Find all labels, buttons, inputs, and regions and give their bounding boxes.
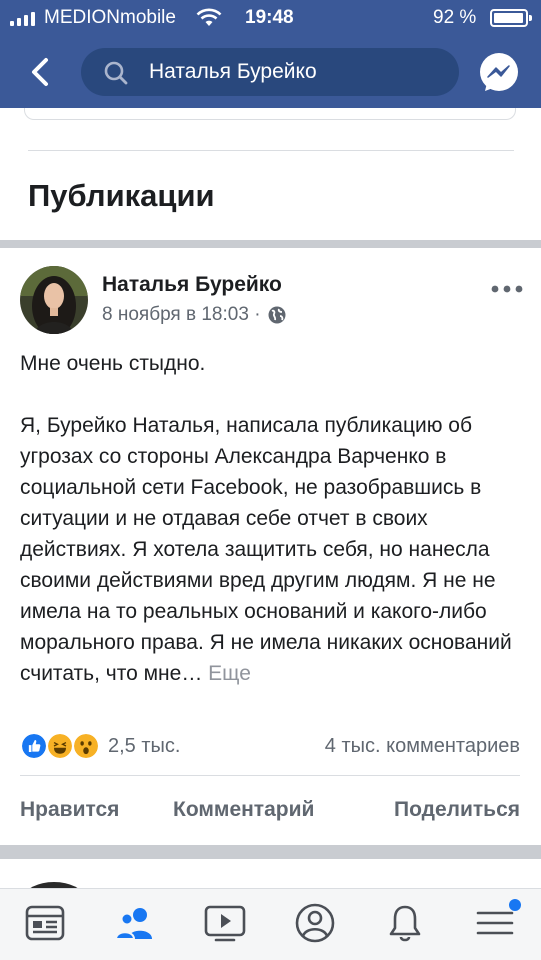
news-feed-icon xyxy=(25,905,65,941)
post-body: Мне очень стыдно. Я, Бурейко Наталья, на… xyxy=(20,352,512,685)
watch-tab[interactable] xyxy=(202,901,248,945)
reaction-count[interactable]: 2,5 тыс. xyxy=(108,735,180,758)
previous-card-edge xyxy=(24,108,516,120)
battery-icon xyxy=(490,9,532,27)
notifications-tab[interactable] xyxy=(382,901,428,945)
section-title: Публикации xyxy=(28,178,215,213)
haha-icon xyxy=(46,732,74,760)
post-separator xyxy=(0,845,541,859)
post-author[interactable]: Наталья Бурейко xyxy=(102,273,282,297)
carrier-name: MEDIONmobile xyxy=(44,7,176,28)
status-bar: MEDIONmobile 19:48 92 % xyxy=(0,0,541,36)
messenger-icon[interactable] xyxy=(476,50,522,96)
battery-percent: 92 % xyxy=(433,7,477,28)
top-header: MEDIONmobile 19:48 92 % Наталья Бурейко xyxy=(0,0,541,108)
see-more-link[interactable]: Еще xyxy=(208,662,251,685)
more-dots-icon[interactable] xyxy=(490,284,524,294)
friends-icon xyxy=(114,908,152,940)
clock: 19:48 xyxy=(245,7,294,28)
profile-tab[interactable] xyxy=(292,901,338,945)
chevron-left-icon[interactable] xyxy=(26,56,54,88)
wifi-icon xyxy=(196,8,222,26)
comment-button[interactable]: Комментарий xyxy=(173,798,314,822)
bottom-tab-bar xyxy=(0,888,541,960)
search-query: Наталья Бурейко xyxy=(149,60,317,83)
post-actions: Нравится Комментарий Поделиться xyxy=(20,798,520,828)
notifications-icon xyxy=(389,905,421,942)
post-meta: 8 ноября в 18:03 · xyxy=(102,304,287,326)
comment-count[interactable]: 4 тыс. комментариев xyxy=(325,735,520,758)
section-separator xyxy=(0,240,541,248)
divider xyxy=(28,150,514,151)
like-button[interactable]: Нравится xyxy=(20,798,119,822)
reactions-bar: 2,5 тыс. 4 тыс. комментариев xyxy=(20,732,520,762)
watch-icon xyxy=(204,905,246,942)
search-input[interactable]: Наталья Бурейко xyxy=(81,48,459,96)
signal-icon xyxy=(10,12,35,26)
reaction-icons[interactable] xyxy=(20,732,110,760)
post-date[interactable]: 8 ноября в 18:03 · xyxy=(102,304,261,326)
post-text: Мне очень стыдно. Я, Бурейко Наталья, на… xyxy=(20,348,520,689)
news-feed-tab[interactable] xyxy=(22,901,68,945)
globe-icon xyxy=(268,306,286,324)
like-icon xyxy=(20,732,48,760)
avatar[interactable] xyxy=(20,266,88,334)
menu-notification-dot xyxy=(509,899,521,911)
friends-tab[interactable] xyxy=(112,901,158,945)
share-button[interactable]: Поделиться xyxy=(394,798,520,822)
search-icon xyxy=(104,61,128,85)
profile-icon xyxy=(295,903,335,943)
wow-icon xyxy=(72,732,100,760)
divider xyxy=(20,775,520,776)
